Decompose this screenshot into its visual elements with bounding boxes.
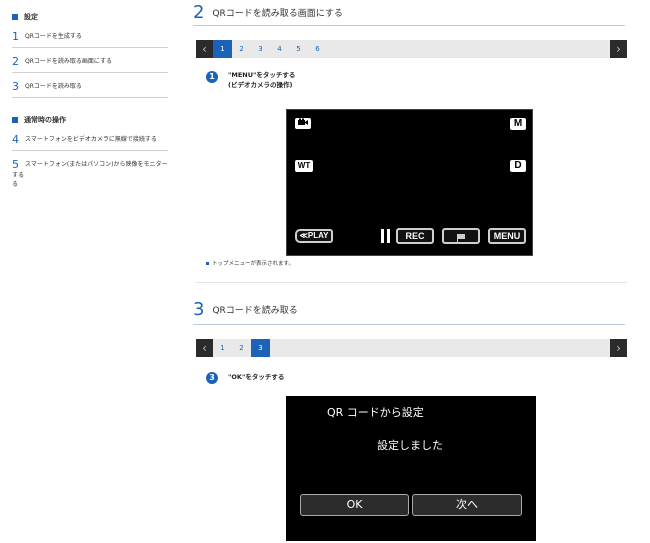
step-3-pager: ‹ 1 2 3 › [196,339,627,357]
next-button[interactable]: 次へ [412,494,522,516]
page-2-button[interactable]: 2 [232,339,251,357]
section-title: 通常時の操作 [24,116,66,124]
item-number: 5 [12,158,19,171]
item-label: QRコードを生成する [25,33,82,40]
sidebar-item-connect-wireless[interactable]: 4 スマートフォンをビデオカメラに無線で接続する [12,133,168,151]
item-number: 2 [12,55,19,68]
pause-bar-icon [387,229,390,243]
play-button[interactable]: ≪PLAY [295,229,333,243]
camera-mode-icon[interactable] [295,118,311,129]
display-button[interactable]: D [510,160,526,172]
item-label: スマートフォンをビデオカメラに無線で接続する [25,136,157,143]
page-1-button[interactable]: 1 [213,40,232,58]
item-label: QRコードを読み取る [25,83,82,90]
item-number: 3 [12,80,19,93]
sidebar-section-settings: 設定 [12,12,38,22]
item-label-wrap: る [12,181,19,188]
rec-button[interactable]: REC [396,228,434,244]
camera-screen: M WT D ≪PLAY REC MENU [286,109,533,256]
manual-mode-button[interactable]: M [510,118,526,130]
instruction-line1: "MENU"をタッチする [228,71,296,79]
step-2-pager: ‹ 1 2 3 4 5 6 › [196,40,627,58]
square-bullet-icon [12,117,18,123]
item-label: スマートフォン(またはパソコン)から映像をモニターする [12,161,168,179]
qr-dialog-screen: QR コードから設定 設定しました OK 次へ [286,396,536,541]
divider [196,282,627,283]
menu-button[interactable]: MENU [488,228,526,244]
bullet-icon [206,262,209,265]
sidebar-item-read-qr[interactable]: 3 QRコードを読み取る [12,80,168,98]
dialog-message: 設定しました [377,439,443,452]
sidebar-item-monitor[interactable]: 5 スマートフォン(またはパソコン)から映像をモニターする る [12,158,168,188]
item-number: 4 [12,133,19,146]
step-2-instruction: "MENU"をタッチする (ビデオカメラの操作) [228,70,295,90]
page-6-button[interactable]: 6 [308,40,327,58]
square-bullet-icon [12,14,18,20]
prev-page-button[interactable]: ‹ [196,40,213,58]
pause-bar-icon [381,229,384,243]
item-number: 1 [12,30,19,43]
next-page-button[interactable]: › [610,40,627,58]
flag-icon [457,234,465,242]
step-3-instruction: "OK"をタッチする [228,373,285,381]
prev-page-button[interactable]: ‹ [196,339,213,357]
next-page-button[interactable]: › [610,339,627,357]
page-4-button[interactable]: 4 [270,40,289,58]
sidebar-item-generate-qr[interactable]: 1 QRコードを生成する [12,30,168,48]
page-5-button[interactable]: 5 [289,40,308,58]
item-label: QRコードを読み取る画面にする [25,58,112,65]
page-3-button[interactable]: 3 [251,40,270,58]
page-2-button[interactable]: 2 [232,40,251,58]
instruction-number-icon: 3 [206,372,218,384]
step-title: QRコードを読み取る画面にする [212,9,343,19]
ok-button[interactable]: OK [300,494,409,516]
sidebar-item-read-screen[interactable]: 2 QRコードを読み取る画面にする [12,55,168,73]
step-3-heading: 3 QRコードを読み取る [193,299,625,325]
step-number: 3 [193,299,205,320]
instruction-number-icon: 1 [206,71,218,83]
page-3-button[interactable]: 3 [251,339,270,357]
section-title: 設定 [24,13,38,21]
sidebar-section-normal-ops: 通常時の操作 [12,115,66,125]
page-1-button[interactable]: 1 [213,339,232,357]
wt-zoom-button[interactable]: WT [295,160,313,172]
instruction-line2: (ビデオカメラの操作) [228,81,293,89]
step-2-heading: 2 QRコードを読み取る画面にする [193,2,625,26]
note-text: トップメニューが表示されます。 [212,261,294,267]
flag-button[interactable] [442,228,480,244]
step-title: QRコードを読み取る [212,306,298,316]
dialog-title: QR コードから設定 [327,406,424,419]
step-number: 2 [193,2,205,23]
step-2-note: トップメニューが表示されます。 [206,259,294,267]
